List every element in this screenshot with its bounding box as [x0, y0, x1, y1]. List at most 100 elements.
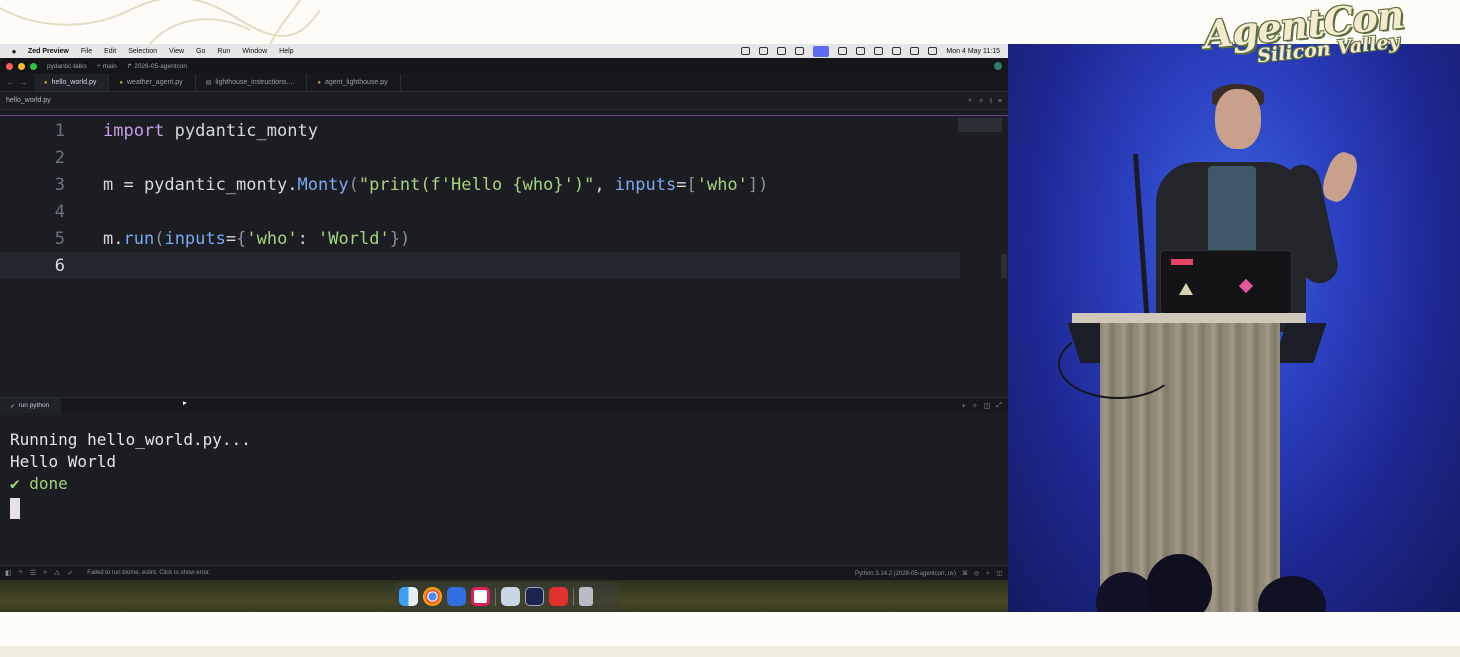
- menubar-clock[interactable]: Mon 4 May 11:15: [946, 48, 1000, 55]
- cursor-icon[interactable]: I: [990, 98, 992, 105]
- code-text: m = pydantic_monty.Monty("print(f'Hello …: [103, 174, 769, 195]
- screen-share-icon[interactable]: [813, 45, 830, 57]
- scrollbar-thumb[interactable]: [1001, 254, 1007, 278]
- jetbrains-icon[interactable]: [549, 587, 568, 606]
- menu-view[interactable]: View: [169, 48, 184, 55]
- preview-icon[interactable]: [501, 587, 520, 606]
- terminal-cursor: [10, 498, 20, 519]
- bluetooth-icon[interactable]: [838, 47, 848, 55]
- podium-top: [1072, 313, 1306, 323]
- python-interpreter[interactable]: Python 3.14.2 (2026-05-agentcon; uv): [855, 571, 956, 577]
- terminal-tabbar: ✓ run python + ✧ ◫ ⤢: [0, 397, 1008, 414]
- apple-icon[interactable]: ●: [8, 47, 20, 56]
- search-icon[interactable]: ⌕: [968, 97, 972, 105]
- git-icon[interactable]: ⑂: [19, 569, 23, 577]
- status-message[interactable]: Failed to run biome, eslint. Click to sh…: [87, 570, 210, 576]
- menu-app-name[interactable]: Zed Preview: [28, 48, 69, 55]
- account-avatar[interactable]: [994, 62, 1002, 70]
- back-icon[interactable]: ←: [7, 78, 15, 87]
- menu-selection[interactable]: Selection: [128, 48, 157, 55]
- maximize-icon[interactable]: ⤢: [996, 402, 1002, 410]
- status-right: Python 3.14.2 (2026-05-agentcon; uv) ⌘ ◎…: [855, 566, 1002, 581]
- inline-assist-icon[interactable]: ✧: [972, 402, 978, 410]
- folder-name[interactable]: 2026-05-agentcon: [134, 63, 187, 70]
- menu-window[interactable]: Window: [242, 48, 267, 55]
- panel-icon[interactable]: ◧: [5, 569, 12, 577]
- menu-help[interactable]: Help: [279, 48, 293, 55]
- code-line[interactable]: 3 m = pydantic_monty.Monty("print(f'Hell…: [0, 171, 960, 198]
- outline-icon[interactable]: ☰: [30, 569, 36, 577]
- menu-run[interactable]: Run: [217, 48, 230, 55]
- diagnostics-icon[interactable]: ⚠: [54, 569, 60, 577]
- code-line[interactable]: 1 import pydantic_monty: [0, 117, 960, 144]
- terminal-tab[interactable]: ✓ run python: [0, 397, 62, 414]
- xcode-icon[interactable]: [447, 587, 466, 606]
- screen-icon[interactable]: [777, 47, 787, 55]
- menu-edit[interactable]: Edit: [104, 48, 116, 55]
- wifi-icon[interactable]: [892, 47, 902, 55]
- check-icon: ✓: [10, 402, 16, 410]
- code-editor[interactable]: 1 import pydantic_monty 2 3 m = pydantic…: [0, 115, 1008, 397]
- tray-icon[interactable]: [741, 47, 751, 55]
- close-window-button[interactable]: [6, 62, 13, 70]
- split-icon[interactable]: ◫: [984, 402, 991, 410]
- terminal-output[interactable]: Running hello_world.py... Hello World ✔ …: [0, 413, 1008, 565]
- notifications-icon[interactable]: ◎: [974, 570, 979, 577]
- breadcrumb-file[interactable]: hello_world.py: [6, 97, 51, 104]
- code-line[interactable]: 4: [0, 198, 960, 225]
- forward-icon[interactable]: →: [20, 78, 28, 87]
- terminal-icon[interactable]: [525, 587, 544, 606]
- status-icons: ◧ ⑂ ☰ ⌕ ⚠ ✓: [5, 569, 73, 577]
- tab-label: lighthouse_instructions....: [215, 79, 295, 86]
- code-line[interactable]: 2: [0, 144, 960, 171]
- assistant-icon[interactable]: ✧: [985, 570, 990, 577]
- trash-icon[interactable]: [579, 587, 593, 606]
- tab-weather-agent[interactable]: ● weather_agent.py: [109, 74, 196, 91]
- branch-name[interactable]: main: [103, 63, 117, 70]
- check-icon[interactable]: ✓: [67, 569, 73, 577]
- text-file-icon: ▤: [205, 80, 212, 86]
- settings-icon[interactable]: ≡: [998, 98, 1002, 105]
- microphone-cable: [1058, 329, 1178, 399]
- add-icon[interactable]: +: [962, 403, 966, 410]
- search-icon[interactable]: ⌕: [43, 569, 47, 577]
- project-name[interactable]: pydantic-talks: [47, 63, 87, 70]
- tab-label: weather_agent.py: [127, 79, 183, 86]
- terminal-tab-label: run python: [18, 402, 50, 409]
- code-line-current[interactable]: 6: [0, 252, 960, 279]
- search-icon[interactable]: [910, 47, 920, 55]
- tab-agent-lighthouse[interactable]: ● agent_lighthouse.py: [307, 74, 401, 91]
- code-text: import pydantic_monty: [103, 120, 318, 141]
- menu-go[interactable]: Go: [196, 48, 205, 55]
- presentation-frame: AgentCon Silicon Valley ● Zed Preview Fi…: [0, 0, 1460, 657]
- finder-icon[interactable]: [399, 587, 418, 606]
- folder-icon: ↱: [126, 63, 133, 70]
- battery-icon[interactable]: [874, 47, 884, 55]
- menu-file[interactable]: File: [81, 48, 92, 55]
- terminal-toolbar: + ✧ ◫ ⤢: [962, 398, 1002, 414]
- language-icon[interactable]: ⌘: [962, 570, 968, 577]
- slack-icon[interactable]: [471, 587, 490, 606]
- line-number: 2: [54, 147, 65, 168]
- minimap[interactable]: [958, 118, 1002, 132]
- line-number: 6: [54, 255, 65, 276]
- code-line[interactable]: 5 m.run(inputs={'who': 'World'}): [0, 225, 960, 252]
- dock-separator: [495, 587, 496, 606]
- chrome-icon[interactable]: [423, 587, 442, 606]
- inline-assist-icon[interactable]: ✧: [978, 97, 984, 105]
- python-file-icon: ●: [44, 79, 48, 86]
- tab-hello-world[interactable]: ● hello_world.py: [34, 74, 110, 91]
- minimize-window-button[interactable]: [18, 62, 25, 70]
- line-number: 4: [54, 201, 65, 222]
- control-center-icon[interactable]: [928, 47, 938, 55]
- nav-arrows: ← →: [0, 74, 34, 91]
- collab-icon[interactable]: ◫: [996, 570, 1002, 577]
- laptop-sticker: [1238, 278, 1254, 294]
- user-icon[interactable]: [856, 47, 866, 55]
- tab-lighthouse-instructions[interactable]: ▤ lighthouse_instructions....: [196, 74, 308, 91]
- code-text: m.run(inputs={'who': 'World'}): [103, 228, 411, 249]
- zoom-window-button[interactable]: [30, 62, 37, 70]
- display-icon[interactable]: [795, 47, 805, 55]
- dropbox-icon[interactable]: [759, 47, 769, 55]
- macos-dock: [393, 582, 621, 611]
